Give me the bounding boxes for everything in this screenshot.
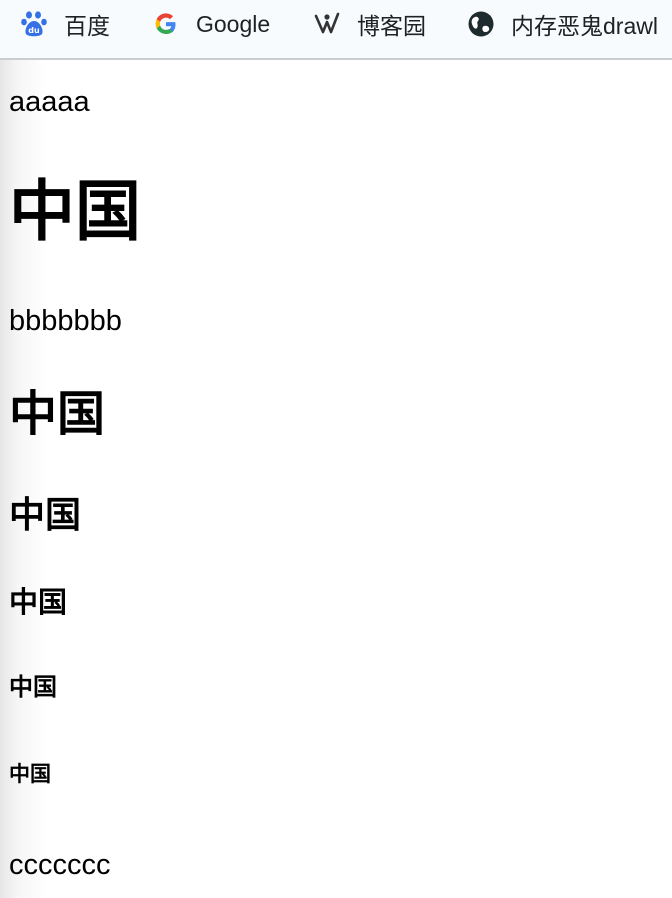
bookmark-baidu[interactable]: du 百度 [20,8,110,40]
bookmark-cnblogs[interactable]: 博客园 [313,8,426,40]
baidu-paw-icon: du [20,10,48,38]
bookmark-label: 百度 [64,13,110,39]
bookmark-google[interactable]: Google [152,8,270,40]
text-line-ccccccc: ccccccc [9,849,111,881]
page-content: aaaaa 中国 bbbbbbb 中国 中国 中国 中国 中国 ccccccc [0,60,672,898]
svg-text:du: du [28,26,40,35]
heading-1: 中国 [9,174,141,248]
heading-5: 中国 [9,674,57,701]
heading-3: 中国 [9,494,82,535]
bookmark-label: 博客园 [357,13,426,39]
cnblogs-logo-icon [313,10,341,38]
heading-2: 中国 [9,388,106,441]
bookmark-label: Google [196,10,271,37]
heading-6: 中国 [9,763,51,786]
bookmarks-bar: du 百度 Google 博客园 内存恶鬼drawl [0,0,672,60]
bookmark-label: 内存恶鬼drawl [511,13,658,39]
bookmark-drawl[interactable]: 内存恶鬼drawl [467,8,658,40]
google-g-icon [152,10,180,38]
heading-4: 中国 [9,587,68,619]
globe-icon [467,10,495,38]
text-line-bbbbbbb: bbbbbbb [9,305,122,337]
text-line-aaaaa: aaaaa [9,86,90,118]
